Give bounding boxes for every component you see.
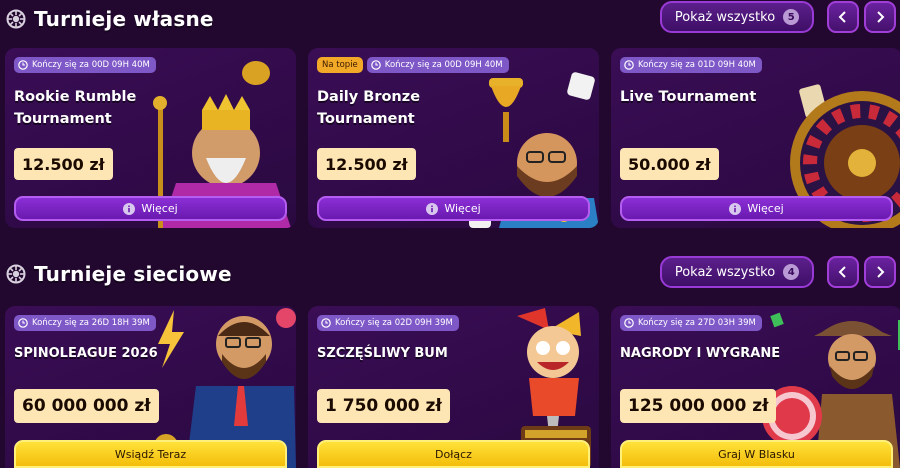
tags: Na topie Kończy się za 00D 09H 40M xyxy=(317,57,509,73)
join-button[interactable]: Wsiądź Teraz xyxy=(14,440,287,468)
card-title: Rookie Rumble Tournament xyxy=(14,89,137,127)
section-header: Turnieje sieciowe xyxy=(6,259,232,289)
show-all-label: Pokaż wszystko xyxy=(674,264,776,280)
card-title: SZCZĘŚLIWY BUM xyxy=(317,346,448,361)
tournament-card[interactable]: Na topie Kończy się za 00D 09H 40M Daily… xyxy=(308,48,599,228)
clock-icon xyxy=(370,60,381,70)
timer-badge: Kończy się za 01D 09H 40M xyxy=(620,57,762,73)
info-icon xyxy=(426,202,439,215)
carousel-prev-button[interactable] xyxy=(827,256,859,288)
section-title: Turnieje własne xyxy=(34,7,214,31)
timer-badge: Kończy się za 00D 09H 40M xyxy=(14,57,156,73)
prize-amount: 12.500 zł xyxy=(317,148,416,180)
chevron-left-icon xyxy=(838,266,846,278)
tournament-card[interactable]: Kończy się za 00D 09H 40M Rookie Rumble … xyxy=(5,48,296,228)
more-button-label: Więcej xyxy=(444,202,481,215)
section-title: Turnieje sieciowe xyxy=(34,262,232,286)
join-button-label: Dołącz xyxy=(435,447,472,461)
card-title: NAGRODY I WYGRANE xyxy=(620,346,781,361)
aperture-icon xyxy=(6,264,26,284)
more-button-label: Więcej xyxy=(141,202,178,215)
card-title: SPINOLEAGUE 2026 xyxy=(14,346,158,361)
timer-text: Kończy się za 26D 18H 39M xyxy=(32,318,150,328)
prize-amount: 60 000 000 zł xyxy=(14,389,159,423)
chevron-right-icon xyxy=(877,266,885,278)
timer-badge: Kończy się za 26D 18H 39M xyxy=(14,315,156,331)
timer-text: Kończy się za 27D 03H 39M xyxy=(638,318,756,328)
card-title: Live Tournament xyxy=(620,89,757,105)
carousel-prev-button[interactable] xyxy=(827,1,859,33)
join-button-label: Wsiądź Teraz xyxy=(114,447,187,461)
info-icon xyxy=(729,202,742,215)
timer-text: Kończy się za 00D 09H 40M xyxy=(384,60,503,70)
timer-badge: Kończy się za 27D 03H 39M xyxy=(620,315,762,331)
more-button-label: Więcej xyxy=(747,202,784,215)
more-button[interactable]: Więcej xyxy=(620,196,893,221)
count-badge: 4 xyxy=(783,264,800,280)
card-title: Daily Bronze Tournament xyxy=(317,89,421,127)
more-button[interactable]: Więcej xyxy=(317,196,590,221)
timer-badge: Kończy się za 00D 09H 40M xyxy=(366,57,509,73)
hot-badge: Na topie xyxy=(317,57,363,73)
carousel-next-button[interactable] xyxy=(864,1,896,33)
more-button[interactable]: Więcej xyxy=(14,196,287,221)
join-button[interactable]: Graj W Blasku xyxy=(620,440,893,468)
prize-amount: 1 750 000 zł xyxy=(317,389,450,423)
clock-icon xyxy=(18,318,28,328)
clock-icon xyxy=(18,60,28,70)
join-button-label: Graj W Blasku xyxy=(718,447,795,461)
show-all-label: Pokaż wszystko xyxy=(674,9,776,25)
count-badge: 5 xyxy=(783,9,800,25)
tags: Kończy się za 02D 09H 39M xyxy=(317,315,459,331)
info-icon xyxy=(123,202,136,215)
tags: Kończy się za 00D 09H 40M xyxy=(14,57,156,73)
show-all-button[interactable]: Pokaż wszystko 4 xyxy=(660,256,814,288)
section-header: Turnieje własne xyxy=(6,4,214,34)
chevron-left-icon xyxy=(838,11,846,23)
tournament-card[interactable]: Kończy się za 27D 03H 39M NAGRODY I WYGR… xyxy=(611,306,900,468)
tournament-card[interactable]: Kończy się za 02D 09H 39M SZCZĘŚLIWY BUM… xyxy=(308,306,599,468)
tournament-card[interactable]: Kończy się za 26D 18H 39M SPINOLEAGUE 20… xyxy=(5,306,296,468)
timer-text: Kończy się za 01D 09H 40M xyxy=(638,60,756,70)
clock-icon xyxy=(624,318,634,328)
timer-text: Kończy się za 02D 09H 39M xyxy=(335,318,453,328)
tags: Kończy się za 01D 09H 40M xyxy=(620,57,762,73)
section-network-tournaments: Turnieje sieciowe Pokaż wszystko 4 Kończ… xyxy=(0,255,900,468)
clock-icon xyxy=(624,60,634,70)
aperture-icon xyxy=(6,9,26,29)
prize-amount: 12.500 zł xyxy=(14,148,113,180)
carousel-next-button[interactable] xyxy=(864,256,896,288)
show-all-button[interactable]: Pokaż wszystko 5 xyxy=(660,1,814,33)
prize-amount: 50.000 zł xyxy=(620,148,719,180)
chevron-right-icon xyxy=(877,11,885,23)
timer-badge: Kończy się za 02D 09H 39M xyxy=(317,315,459,331)
join-button[interactable]: Dołącz xyxy=(317,440,590,468)
prize-amount: 125 000 000 zł xyxy=(620,389,777,423)
tags: Kończy się za 27D 03H 39M xyxy=(620,315,762,331)
clock-icon xyxy=(321,318,331,328)
tags: Kończy się za 26D 18H 39M xyxy=(14,315,156,331)
tournament-card[interactable]: Kończy się za 01D 09H 40M Live Tournamen… xyxy=(611,48,900,228)
section-own-tournaments: Turnieje własne Pokaż wszystko 5 Kończy … xyxy=(0,0,900,240)
timer-text: Kończy się za 00D 09H 40M xyxy=(32,60,150,70)
